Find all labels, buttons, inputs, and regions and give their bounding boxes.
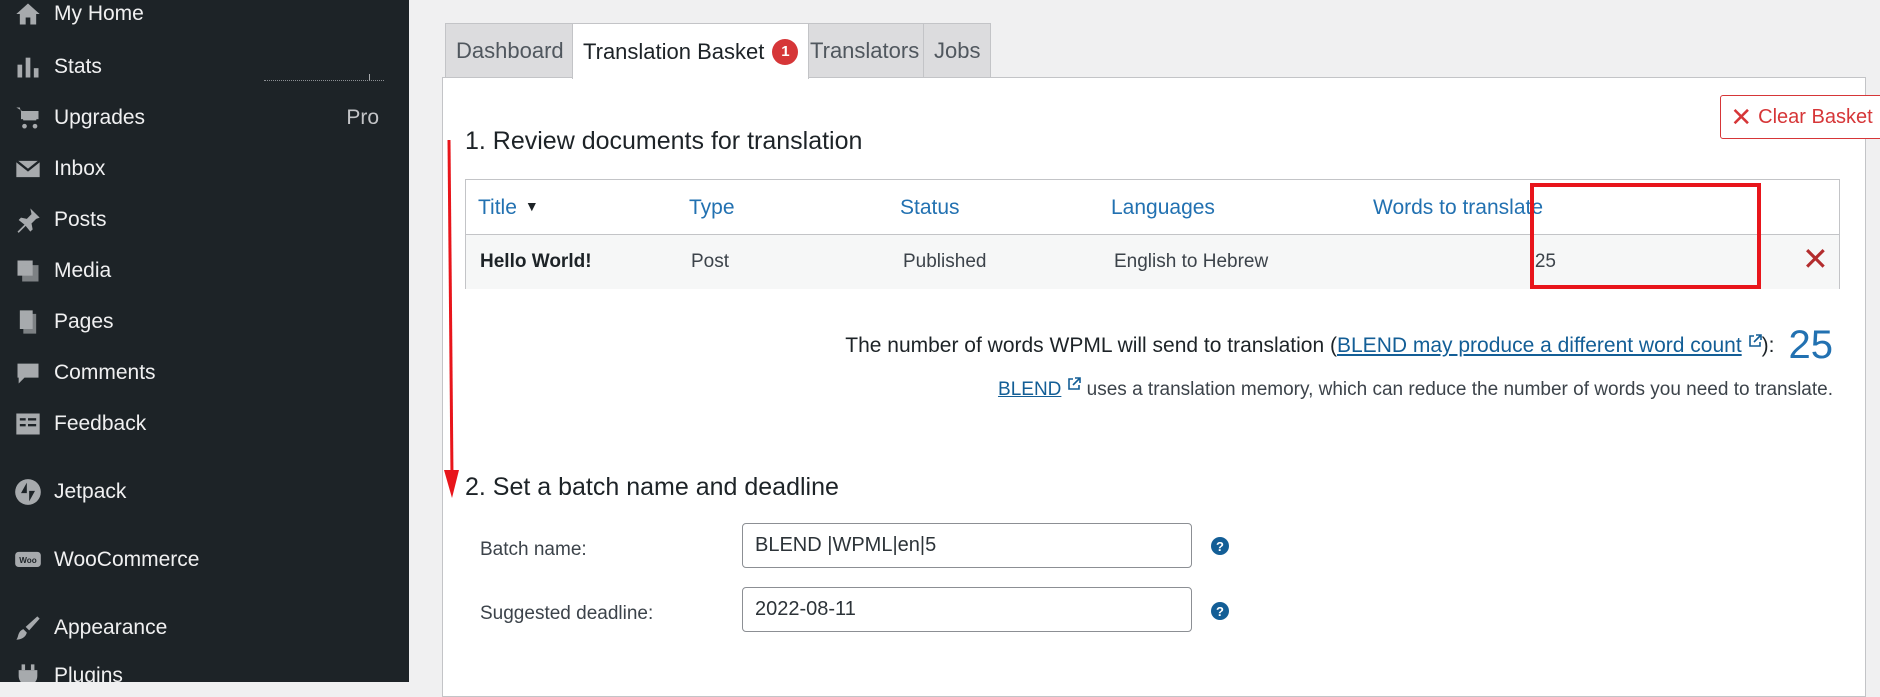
sidebar-item-appearance[interactable]: Appearance [0,605,409,651]
close-icon: ✕ [1730,102,1753,132]
column-type-header[interactable]: Type [689,196,735,220]
clear-basket-button[interactable]: ✕ Clear Basket [1720,95,1880,139]
sidebar-item-pages[interactable]: Pages [0,299,409,345]
row-status: Published [903,251,987,272]
tab-label: Jobs [934,37,981,63]
sidebar-item-label: Feedback [54,412,147,435]
documents-table: Title ▼ Type Status Languages Words to tr… [465,179,1840,289]
basket-count-badge: 1 [772,38,799,65]
sidebar-item-my-home[interactable]: My Home [0,0,409,37]
stats-sparkline [264,74,384,81]
sidebar-item-jetpack[interactable]: Jetpack [0,469,409,515]
tab-jobs[interactable]: Jobs [923,23,992,77]
memory-text: uses a translation memory, which can red… [1086,379,1833,400]
sort-down-icon: ▼ [524,198,539,214]
media-icon [13,256,43,286]
sidebar-item-label: Posts [54,208,107,231]
external-link-icon [1748,334,1762,347]
tab-translation-basket[interactable]: Translation Basket 1 [572,23,810,79]
remove-item-icon[interactable]: ✕ [1802,243,1829,275]
sidebar-item-feedback[interactable]: Feedback [0,401,409,447]
row-words: 25 [1534,251,1556,272]
envelope-icon [13,154,43,184]
stats-bars-icon [13,52,43,82]
plugin-icon [13,661,43,682]
sidebar-item-label: Plugins [54,664,123,682]
wordcount-summary: The number of words WPML will send to tr… [748,323,1833,368]
wordcount-suffix: ): [1761,334,1775,357]
table-row: Hello World! Post Published English to H… [466,235,1839,289]
sidebar-item-woocommerce[interactable]: Woo WooCommerce [0,537,409,583]
blend-link[interactable]: BLEND [998,379,1061,400]
sidebar-item-label: Upgrades [54,106,146,129]
feedback-icon [13,409,43,439]
sidebar-item-media[interactable]: Media [0,248,409,294]
cart-icon [13,103,43,133]
admin-sidebar: My Home Stats Upgrades Pro Inbox Posts M… [0,0,409,682]
row-type: Post [691,251,730,272]
sidebar-item-label: Jetpack [54,480,127,503]
sidebar-item-label: Comments [54,361,156,384]
sidebar-item-inbox[interactable]: Inbox [0,146,409,192]
clear-basket-label: Clear Basket [1758,105,1873,128]
column-languages-header[interactable]: Languages [1111,196,1215,220]
svg-text:Woo: Woo [19,556,37,565]
sidebar-item-label: Inbox [54,157,106,180]
wordcount-prefix: The number of words WPML will send to tr… [845,334,1337,357]
sidebar-item-comments[interactable]: Comments [0,350,409,396]
table-header: Title ▼ Type Status Languages Words to tr… [466,180,1839,235]
sidebar-item-label: Stats [54,55,102,78]
sidebar-item-label: My Home [54,2,144,25]
woo-icon: Woo [13,545,43,575]
column-title-header[interactable]: Title ▼ [478,196,539,220]
sidebar-item-label: WooCommerce [54,548,200,571]
sidebar-item-posts[interactable]: Posts [0,197,409,243]
tab-label: Dashboard [456,37,564,63]
plan-badge: Pro [346,106,379,129]
basket-panel: ✕ Clear Basket 1. Review documents for t… [442,77,1880,697]
deadline-input[interactable] [742,587,1192,632]
section-review-title: 1. Review documents for translation [465,127,863,155]
sidebar-item-label: Appearance [54,616,168,639]
tab-label: Translation Basket [583,38,765,64]
tab-dashboard[interactable]: Dashboard [445,23,575,77]
paintbrush-icon [13,613,43,643]
pushpin-icon [13,205,43,235]
batch-name-label: Batch name: [480,539,587,560]
tab-label: Translators [810,37,920,63]
row-languages: English to Hebrew [1114,251,1269,272]
deadline-label: Suggested deadline: [480,603,654,624]
jetpack-bolt-icon [13,477,43,507]
column-status-header[interactable]: Status [900,196,960,220]
home-icon [13,0,43,29]
batch-name-help-icon[interactable]: ? [1211,537,1229,555]
pages-icon [13,307,43,337]
sidebar-item-upgrades[interactable]: Upgrades Pro [0,95,409,141]
translation-memory-note: BLEND uses a translation memory, which c… [748,377,1833,401]
tab-translators[interactable]: Translators [799,23,931,77]
blend-wordcount-link[interactable]: BLEND may produce a different word count [1337,334,1742,357]
deadline-help-icon[interactable]: ? [1211,602,1229,620]
sidebar-item-stats[interactable]: Stats [0,44,409,90]
main-content: Dashboard Translation Basket 1 Translato… [409,0,1880,697]
external-link-icon [1068,377,1082,390]
row-title: Hello World! [480,251,592,272]
sidebar-item-plugins[interactable]: Plugins [0,653,409,682]
wordcount-total: 25 [1788,323,1834,367]
speech-bubble-icon [13,358,43,388]
batch-name-input[interactable] [742,523,1192,568]
section-batch-title: 2. Set a batch name and deadline [465,473,839,501]
column-words-header[interactable]: Words to translate [1373,196,1543,220]
sidebar-item-label: Media [54,259,112,282]
sidebar-item-label: Pages [54,310,114,333]
